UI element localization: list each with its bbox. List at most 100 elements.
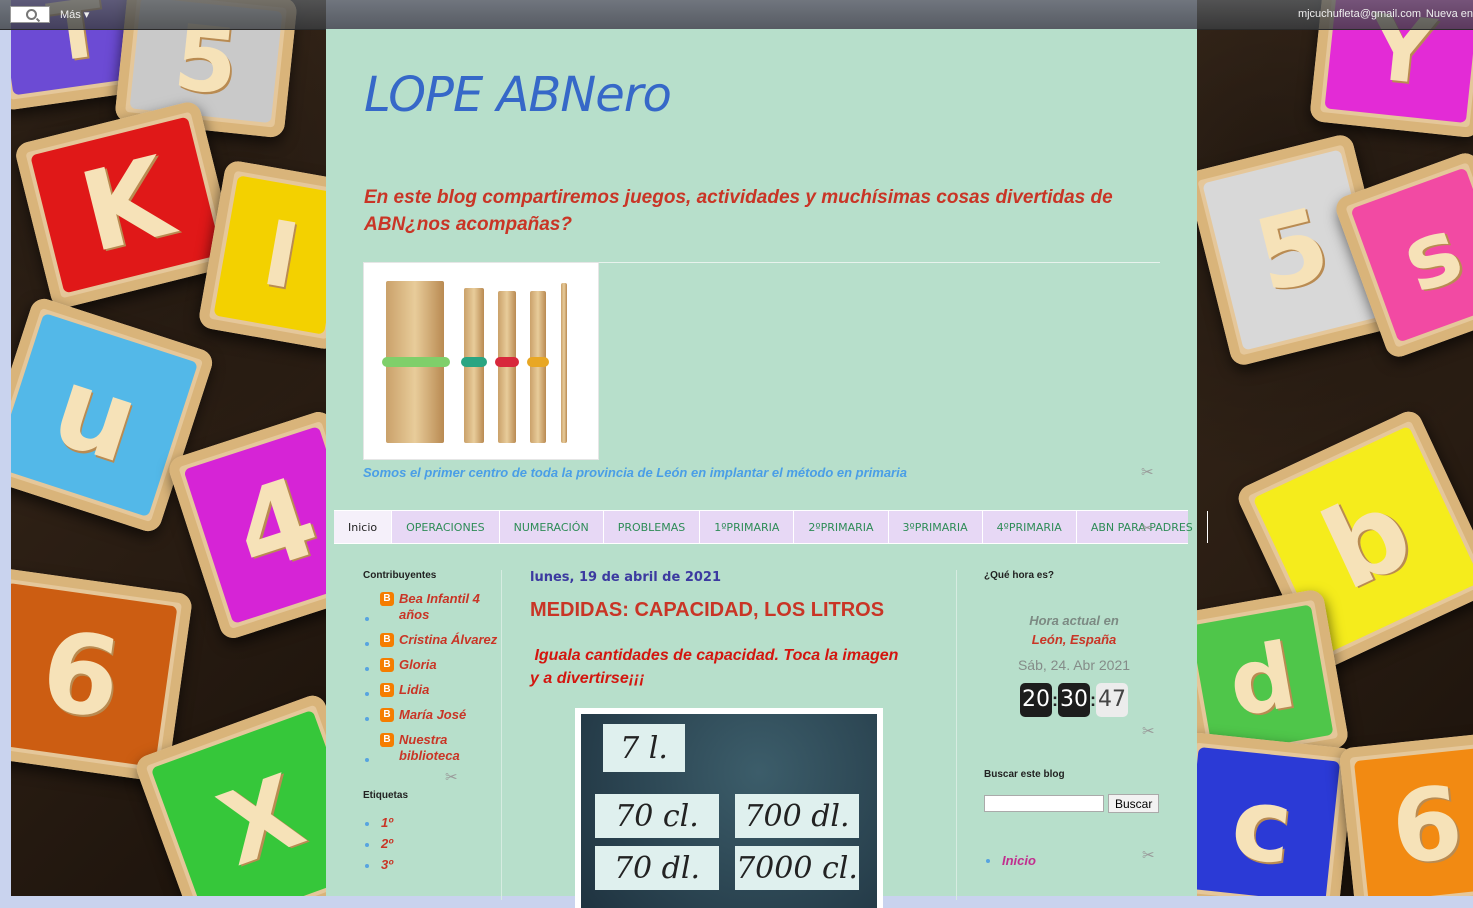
label-text[interactable]: 2º xyxy=(381,836,393,851)
post-activity-image[interactable]: 7 l. 70 cl. 700 dl. 70 dl. 7000 cl. xyxy=(575,708,883,908)
clock-location: Hora actual en León, España xyxy=(984,611,1164,649)
bullet-icon xyxy=(365,692,369,696)
sidebar-divider xyxy=(956,570,957,900)
post-body-line: y a divertirse¡¡¡ xyxy=(530,670,645,687)
right-sidebar: ¿Qué hora es? Hora actual en León, Españ… xyxy=(984,570,1164,868)
toy-block: 6 xyxy=(1338,732,1473,896)
bullet-icon xyxy=(365,717,369,721)
left-edge-strip xyxy=(0,0,11,896)
user-email-link[interactable]: mjcuchufleta@gmail.com xyxy=(1298,8,1421,20)
post-body: Iguala cantidades de capacidad. Toca la … xyxy=(530,644,930,690)
clock-heading: ¿Qué hora es? xyxy=(984,570,1055,581)
label-item[interactable]: 2º xyxy=(363,836,503,851)
blog-search-form: Buscar xyxy=(984,794,1164,813)
blog-description: En este blog compartiremos juegos, activ… xyxy=(364,187,1113,235)
contributors-list: B Bea Infantil 4 años B Cristina Álvarez B… xyxy=(363,591,503,764)
post-body-line: Iguala cantidades de capacidad. Toca la … xyxy=(534,647,899,664)
contributor-name[interactable]: Bea Infantil 4 años xyxy=(399,591,480,622)
edit-wrench-icon[interactable]: ✂ xyxy=(445,770,461,786)
left-sidebar: Contribuyentes B Bea Infantil 4 años B Cri… xyxy=(363,570,503,878)
navbar-search-box[interactable] xyxy=(10,6,50,23)
tab-numeracion[interactable]: NUMERACIÓN xyxy=(500,511,604,543)
blog-post: lunes, 19 de abril de 2021 MEDIDAS: CAPA… xyxy=(530,570,930,908)
header-divider xyxy=(596,262,1160,263)
search-heading: Buscar este blog xyxy=(984,769,1065,780)
bullet-icon xyxy=(365,617,369,621)
blog-main-column: LOPE ABNero En este blog compartiremos j… xyxy=(326,29,1208,908)
yellow-band xyxy=(527,357,549,367)
labels-heading: Etiquetas xyxy=(363,790,409,801)
teal-band xyxy=(461,357,487,367)
clock-date: Sáb, 24. Abr 2021 xyxy=(1017,657,1131,673)
pages-list: Inicio xyxy=(984,853,1164,868)
contributor-item[interactable]: B Lidia xyxy=(363,682,503,698)
blogger-icon: B xyxy=(380,733,394,747)
abn-sticks-image[interactable] xyxy=(363,262,599,460)
background-blocks-right: Y 5 s b d c 6 xyxy=(1197,0,1473,896)
contributor-name[interactable]: María José xyxy=(399,707,466,722)
search-button[interactable]: Buscar xyxy=(1108,794,1160,813)
tab-problemas[interactable]: PROBLEMAS xyxy=(604,511,701,543)
header-image-caption: Somos el primer centro de toda la provin… xyxy=(363,465,907,480)
single-stick xyxy=(561,283,567,443)
post-title[interactable]: MEDIDAS: CAPACIDAD, LOS LITROS xyxy=(530,599,930,622)
capacity-card: 70 dl. xyxy=(595,846,719,890)
contributor-name[interactable]: Lidia xyxy=(399,682,429,697)
capacity-card: 7000 cl. xyxy=(735,846,859,890)
red-band xyxy=(495,357,519,367)
tab-1-primaria[interactable]: 1ºPRIMARIA xyxy=(700,511,795,543)
contributor-item[interactable]: B Bea Infantil 4 años xyxy=(363,591,503,623)
pages-tab-bar: Inicio OPERACIONES NUMERACIÓN PROBLEMAS … xyxy=(334,510,1208,544)
search-icon[interactable] xyxy=(26,9,37,20)
capacity-card: 700 dl. xyxy=(735,794,859,838)
toy-block: c xyxy=(1197,731,1356,896)
digital-clock: 20 : 30 : 47 xyxy=(984,683,1164,717)
contributors-heading: Contribuyentes xyxy=(363,570,437,581)
tab-inicio[interactable]: Inicio xyxy=(334,511,393,543)
contributor-name[interactable]: Gloria xyxy=(399,657,437,672)
contributor-name[interactable]: Cristina Álvarez xyxy=(399,632,497,647)
more-menu[interactable]: Más ▾ xyxy=(60,8,89,21)
contributor-name[interactable]: Nuestra biblioteca xyxy=(399,732,460,763)
page-item[interactable]: Inicio xyxy=(984,853,1164,868)
sidebar-divider xyxy=(501,570,502,900)
bullet-icon xyxy=(365,642,369,646)
edit-wrench-icon[interactable]: ✂ xyxy=(1142,848,1158,864)
background-blocks-left: T 5 K I u 4 6 X xyxy=(11,0,326,896)
bullet-icon xyxy=(365,758,369,762)
tab-3-primaria[interactable]: 3ºPRIMARIA xyxy=(889,511,983,543)
edit-wrench-icon[interactable]: ✂ xyxy=(1142,724,1158,740)
contributor-item[interactable]: B Cristina Álvarez xyxy=(363,632,503,648)
contributor-item[interactable]: B Gloria xyxy=(363,657,503,673)
page-link[interactable]: Inicio xyxy=(1002,853,1036,868)
contributor-item[interactable]: B María José xyxy=(363,707,503,723)
blogger-icon: B xyxy=(380,683,394,697)
label-text[interactable]: 1º xyxy=(381,815,393,830)
label-item[interactable]: 1º xyxy=(363,815,503,830)
blog-title[interactable]: LOPE ABNero xyxy=(364,67,672,123)
clock-location-line: Hora actual en xyxy=(1029,613,1119,628)
edit-wrench-icon[interactable]: ✂ xyxy=(1141,465,1157,481)
clock-minutes: 30 xyxy=(1058,683,1090,717)
bullet-icon xyxy=(986,859,990,863)
labels-list: 1º 2º 3º xyxy=(363,815,503,872)
clock-location-link[interactable]: León, España xyxy=(984,630,1164,649)
blogger-icon: B xyxy=(380,592,394,606)
new-entry-link[interactable]: Nueva en xyxy=(1426,8,1473,20)
blogger-navbar: Más ▾ mjcuchufleta@gmail.com Nueva en xyxy=(0,0,1473,30)
label-item[interactable]: 3º xyxy=(363,857,503,872)
tab-operaciones[interactable]: OPERACIONES xyxy=(392,511,500,543)
activity-board: 7 l. 70 cl. 700 dl. 70 dl. 7000 cl. xyxy=(581,714,877,908)
stick-bundle xyxy=(498,291,516,443)
bullet-icon xyxy=(365,843,369,847)
label-text[interactable]: 3º xyxy=(381,857,393,872)
tab-2-primaria[interactable]: 2ºPRIMARIA xyxy=(794,511,889,543)
bullet-icon xyxy=(365,667,369,671)
edit-wrench-icon[interactable]: ✂ xyxy=(1141,521,1157,537)
tab-4-primaria[interactable]: 4ºPRIMARIA xyxy=(983,511,1077,543)
bullet-icon xyxy=(365,822,369,826)
contributor-item[interactable]: B Nuestra biblioteca xyxy=(363,732,503,764)
clock-hours: 20 xyxy=(1020,683,1052,717)
green-band xyxy=(382,357,450,367)
blog-search-input[interactable] xyxy=(984,795,1104,812)
